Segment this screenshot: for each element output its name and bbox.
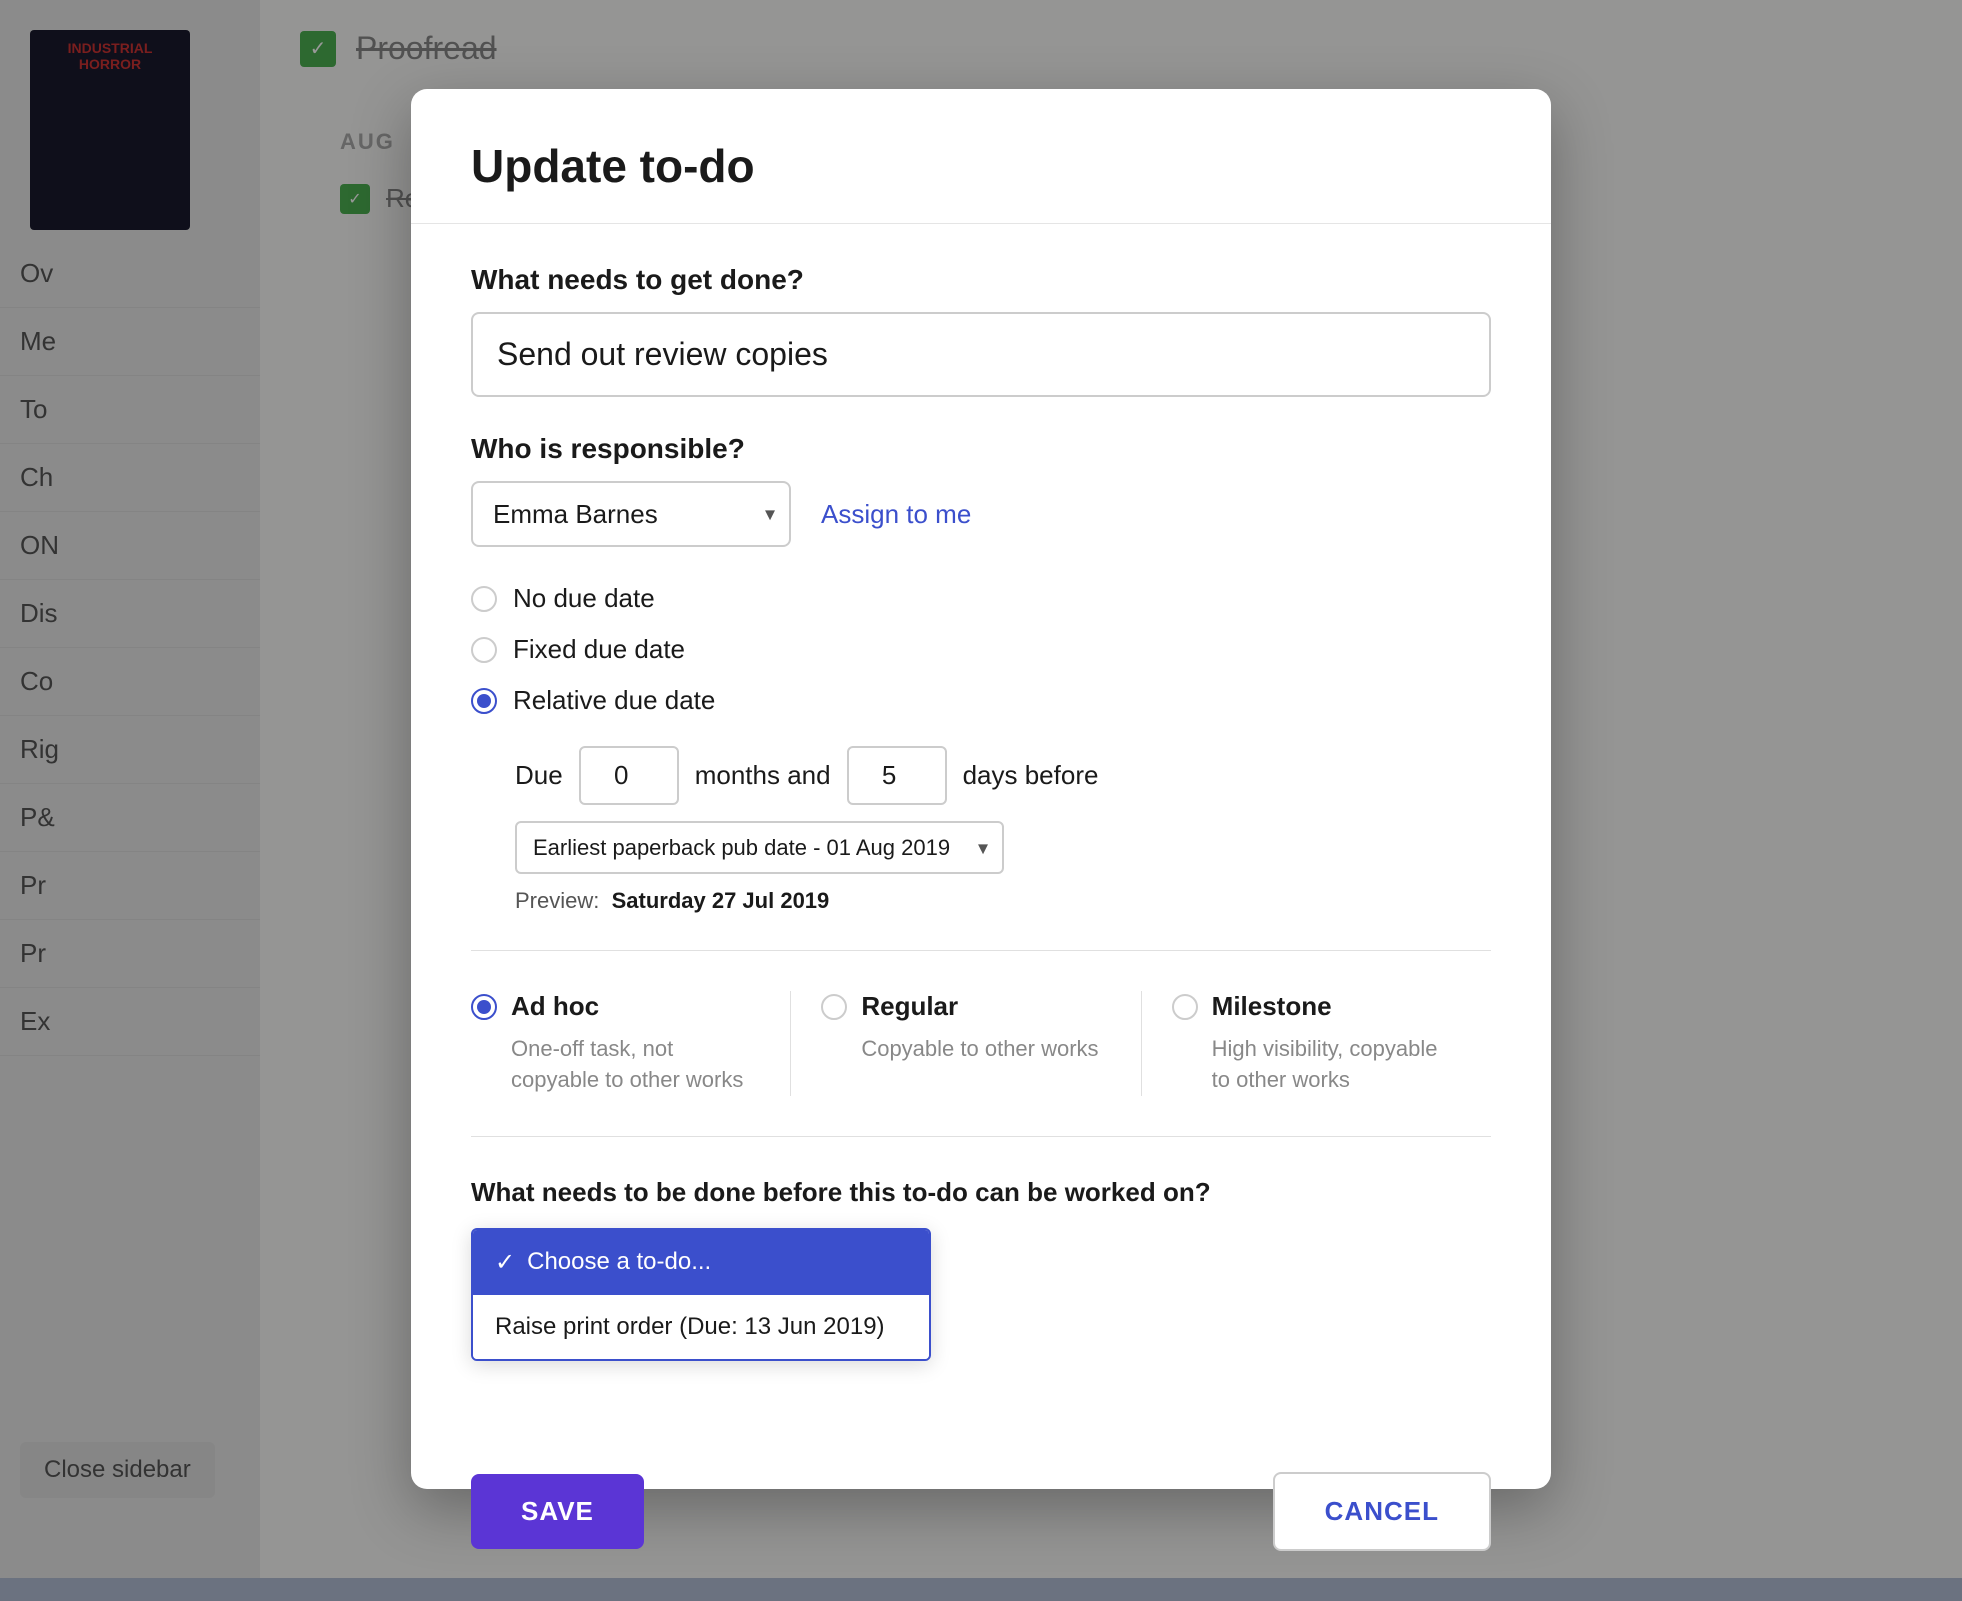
responsible-section: Who is responsible? Emma Barnes John Smi… (471, 433, 1491, 547)
due-prefix-label: Due (515, 760, 563, 791)
prereq-dropdown: ✓ Choose a to-do... Raise print order (D… (471, 1228, 931, 1361)
days-input[interactable] (847, 746, 947, 805)
task-type-section: Ad hoc One-off task, not copyable to oth… (471, 950, 1491, 1137)
modal-backdrop: Update to-do What needs to get done? Who… (0, 0, 1962, 1578)
preview-text: Preview: Saturday 27 Jul 2019 (515, 888, 1491, 914)
task-type-regular-col: Regular Copyable to other works (791, 991, 1141, 1096)
radio-fixed-due-date-indicator (471, 637, 497, 663)
modal-footer: SAVE CANCEL (411, 1442, 1551, 1601)
task-description-section: What needs to get done? (471, 264, 1491, 397)
months-suffix-label: months and (695, 760, 831, 791)
radio-relative-due-date-label: Relative due date (513, 685, 715, 716)
person-select[interactable]: Emma Barnes John Smith Sarah Lee (471, 481, 791, 547)
radio-relative-due-date[interactable]: Relative due date (471, 685, 1491, 716)
task-type-milestone-header[interactable]: Milestone (1172, 991, 1461, 1022)
task-type-regular-desc: Copyable to other works (861, 1034, 1110, 1065)
radio-no-due-date[interactable]: No due date (471, 583, 1491, 614)
modal-title: Update to-do (471, 139, 1491, 193)
update-todo-modal: Update to-do What needs to get done? Who… (411, 89, 1551, 1489)
modal-header: Update to-do (411, 89, 1551, 224)
prereq-option-choose[interactable]: ✓ Choose a to-do... (473, 1230, 929, 1295)
prereq-checkmark-icon: ✓ (495, 1248, 515, 1277)
radio-adhoc-indicator (471, 994, 497, 1020)
task-type-milestone-title: Milestone (1212, 991, 1332, 1022)
task-type-milestone-col: Milestone High visibility, copyable to o… (1142, 991, 1491, 1096)
months-input[interactable] (579, 746, 679, 805)
task-type-adhoc-col: Ad hoc One-off task, not copyable to oth… (471, 991, 791, 1096)
assign-to-me-link[interactable]: Assign to me (821, 499, 971, 530)
task-type-regular-header[interactable]: Regular (821, 991, 1110, 1022)
prereq-label: What needs to be done before this to-do … (471, 1177, 1491, 1208)
radio-relative-due-date-indicator (471, 688, 497, 714)
responsible-row: Emma Barnes John Smith Sarah Lee ▾ Assig… (471, 481, 1491, 547)
preview-label: Preview: (515, 888, 599, 913)
prereq-section: What needs to be done before this to-do … (471, 1177, 1491, 1366)
prereq-dropdown-wrapper: ✓ Choose a to-do... Raise print order (D… (471, 1228, 931, 1361)
radio-fixed-due-date-label: Fixed due date (513, 634, 685, 665)
task-type-adhoc-title: Ad hoc (511, 991, 599, 1022)
prereq-option-choose-label: Choose a to-do... (527, 1248, 711, 1276)
prereq-option-raise-print-label: Raise print order (Due: 13 Jun 2019) (495, 1313, 885, 1341)
responsible-label: Who is responsible? (471, 433, 1491, 465)
due-date-radio-group: No due date Fixed due date Relative due … (471, 583, 1491, 716)
radio-no-due-date-indicator (471, 586, 497, 612)
relative-date-row: Due months and days before Earliest pape… (515, 746, 1491, 874)
save-button[interactable]: SAVE (471, 1474, 644, 1549)
person-select-wrapper: Emma Barnes John Smith Sarah Lee ▾ (471, 481, 791, 547)
task-type-milestone-desc: High visibility, copyable to other works (1212, 1034, 1461, 1096)
task-description-input[interactable] (471, 312, 1491, 397)
radio-milestone-indicator (1172, 994, 1198, 1020)
task-type-adhoc-desc: One-off task, not copyable to other work… (511, 1034, 760, 1096)
prereq-option-raise-print[interactable]: Raise print order (Due: 13 Jun 2019) (473, 1295, 929, 1359)
modal-body: What needs to get done? Who is responsib… (411, 224, 1551, 1442)
task-type-adhoc-header[interactable]: Ad hoc (471, 991, 760, 1022)
due-date-section: No due date Fixed due date Relative due … (471, 583, 1491, 914)
date-reference-select-wrapper: Earliest paperback pub date - 01 Aug 201… (515, 821, 1004, 874)
task-type-regular-title: Regular (861, 991, 958, 1022)
radio-regular-indicator (821, 994, 847, 1020)
preview-date: Saturday 27 Jul 2019 (612, 888, 830, 913)
days-suffix-label: days before (963, 760, 1099, 791)
cancel-button[interactable]: CANCEL (1273, 1472, 1491, 1551)
radio-no-due-date-label: No due date (513, 583, 655, 614)
date-reference-select[interactable]: Earliest paperback pub date - 01 Aug 201… (515, 821, 1004, 874)
radio-fixed-due-date[interactable]: Fixed due date (471, 634, 1491, 665)
task-description-label: What needs to get done? (471, 264, 1491, 296)
